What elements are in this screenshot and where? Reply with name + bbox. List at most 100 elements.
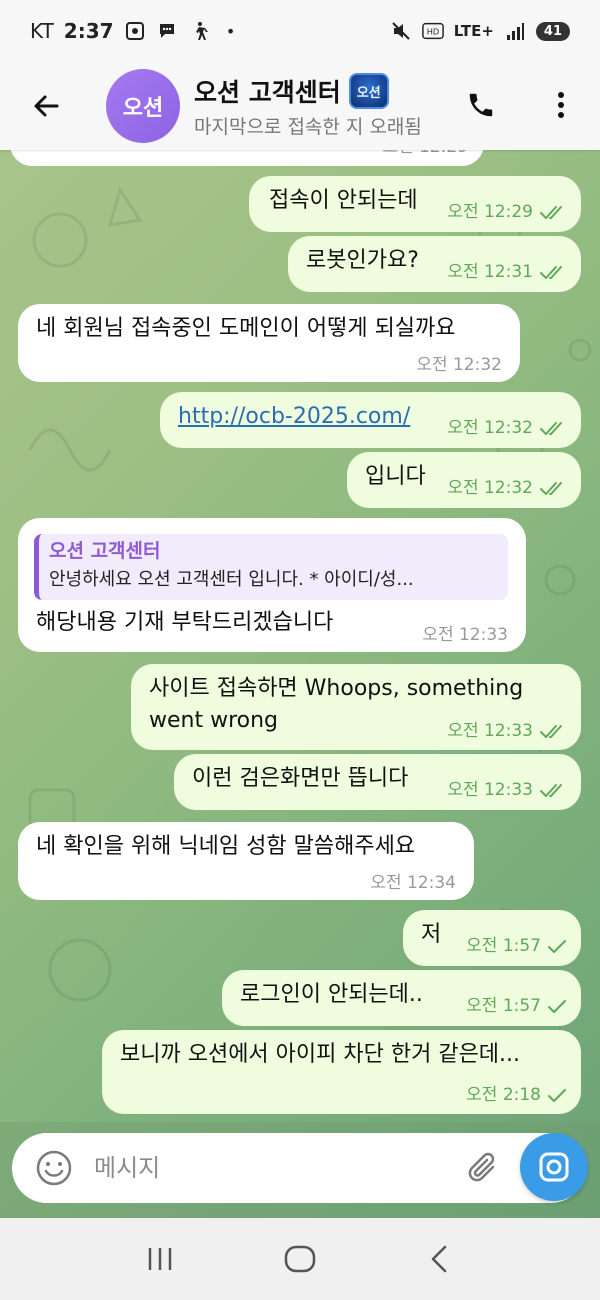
double-check-icon <box>540 724 562 738</box>
message-time: 오전 12:32 <box>447 478 533 498</box>
screenshot-icon <box>124 20 146 42</box>
message-meta: 오전 1:57 <box>466 995 567 1019</box>
message-text: 로그인이 안되는데.. <box>240 982 423 1007</box>
home-button[interactable] <box>270 1229 330 1289</box>
reply-preview: 안녕하세요 오션 고객센터 입니다. * 아이디/성... <box>49 568 414 590</box>
message-time: 오전 12:33 <box>422 625 508 645</box>
chat-title: 오션 고객센터 <box>194 78 341 107</box>
hd-icon: HD <box>421 20 444 42</box>
home-icon <box>284 1245 316 1273</box>
chat-notification-icon <box>156 20 178 42</box>
message-meta: 오전 1:57 <box>466 935 567 959</box>
message-text: 네 확인을 위해 닉네임 성함 말씀해주세요 <box>36 834 416 859</box>
message-time: 오전 1:57 <box>466 936 541 956</box>
message-text-line-2: went wrong <box>149 708 279 733</box>
carrier-label: KT <box>30 19 54 43</box>
more-vertical-icon <box>558 92 564 118</box>
message-bubble-outgoing[interactable]: 저 오전 1:57 <box>403 910 581 966</box>
message-meta: 오전 12:32 <box>447 417 567 441</box>
message-text: 이런 검은화면만 뜹니다 <box>192 766 409 791</box>
message-composer <box>12 1133 586 1203</box>
attach-button[interactable] <box>462 1146 506 1190</box>
reply-author: 오션 고객센터 <box>49 540 161 562</box>
signal-icon <box>504 20 526 42</box>
message-list[interactable]: 오전 12:29 접속이 안되는데 오전 12:29 로봇인가요? 오전 12:… <box>0 150 600 1122</box>
more-options-button[interactable] <box>538 82 584 128</box>
message-meta: 오전 12:32 <box>447 477 567 501</box>
message-bubble-outgoing[interactable]: 로봇인가요? 오전 12:31 <box>288 236 581 292</box>
message-bubble-outgoing[interactable]: 이런 검은화면만 뜹니다 오전 12:33 <box>174 754 581 810</box>
message-bubble-incoming[interactable]: 네 회원님 접속중인 도메인이 어떻게 되실까요 오전 12:32 <box>18 304 520 382</box>
message-meta: 오전 12:29 <box>447 201 567 225</box>
message-meta: 오전 12:29 <box>382 150 468 160</box>
svg-text:HD: HD <box>427 27 440 37</box>
message-text: 해당내용 기재 부탁드리겠습니다 <box>36 610 334 635</box>
double-check-icon <box>540 481 562 495</box>
message-time: 오전 12:32 <box>416 355 502 375</box>
message-bubble-incoming[interactable]: 네 확인을 위해 닉네임 성함 말씀해주세요 오전 12:34 <box>18 822 474 900</box>
message-text: 입니다 <box>365 464 426 489</box>
chat-info[interactable]: 오션 고객센터 오션 마지막으로 접속한 지 오래됨 <box>194 73 456 139</box>
battery-level: 41 <box>535 21 570 41</box>
emoji-icon <box>36 1150 72 1186</box>
message-time: 오전 2:18 <box>466 1085 541 1105</box>
phone-icon <box>469 93 493 117</box>
message-time: 오전 12:32 <box>447 418 533 438</box>
avatar[interactable]: 오션 <box>106 69 180 143</box>
message-time: 오전 12:29 <box>382 150 468 160</box>
system-back-button[interactable] <box>410 1229 470 1289</box>
message-time: 오전 12:31 <box>447 262 533 282</box>
message-time: 오전 12:33 <box>447 780 533 800</box>
message-time: 오전 12:34 <box>370 873 456 893</box>
message-bubble-outgoing[interactable]: http://ocb-2025.com/ 오전 12:32 <box>160 392 581 448</box>
double-check-icon <box>540 265 562 279</box>
message-link[interactable]: http://ocb-2025.com/ <box>178 402 410 433</box>
double-check-icon <box>540 205 562 219</box>
double-check-icon <box>540 783 562 797</box>
message-bubble-outgoing[interactable]: 사이트 접속하면 Whoops, something went wrong 오전… <box>131 664 581 750</box>
back-button[interactable] <box>18 78 74 134</box>
message-meta: 오전 12:34 <box>370 872 456 896</box>
message-bubble-outgoing[interactable]: 로그인이 안되는데.. 오전 1:57 <box>222 970 581 1026</box>
network-label: LTE+ <box>453 22 494 40</box>
message-bubble-outgoing[interactable]: 접속이 안되는데 오전 12:29 <box>249 176 581 232</box>
walking-icon <box>188 20 210 42</box>
message-text: 로봇인가요? <box>306 248 419 273</box>
message-text: 접속이 안되는데 <box>269 188 418 213</box>
message-input[interactable] <box>94 1143 454 1193</box>
message-bubble-outgoing[interactable]: 입니다 오전 12:32 <box>347 452 581 508</box>
check-icon <box>548 999 566 1013</box>
recents-button[interactable] <box>130 1229 190 1289</box>
recents-icon <box>148 1248 172 1270</box>
nav-back-icon <box>431 1245 447 1273</box>
emoji-button[interactable] <box>32 1146 76 1190</box>
status-bar: KT 2:37 • HD LTE+ 41 <box>0 0 600 62</box>
message-bubble-incoming[interactable]: 오션 고객센터 안녕하세요 오션 고객센터 입니다. * 아이디/성... 해당… <box>18 518 526 652</box>
message-time: 오전 12:33 <box>447 721 533 741</box>
message-time: 오전 12:29 <box>447 202 533 222</box>
channel-logo: 오션 <box>348 73 389 109</box>
reply-quote[interactable]: 오션 고객센터 안녕하세요 오션 고객센터 입니다. * 아이디/성... <box>34 534 508 600</box>
message-meta: 오전 12:33 <box>447 779 567 803</box>
message-time: 오전 1:57 <box>466 996 541 1016</box>
message-text: 저 <box>421 922 442 947</box>
camera-button[interactable] <box>520 1133 588 1201</box>
message-text-line-1: 사이트 접속하면 Whoops, something <box>149 676 524 701</box>
chat-header: 오션 오션 고객센터 오션 마지막으로 접속한 지 오래됨 <box>0 62 600 150</box>
message-bubble-outgoing[interactable]: 보니까 오션에서 아이피 차단 한거 같은데... 오전 2:18 <box>102 1030 581 1114</box>
message-text: 네 회원님 접속중인 도메인이 어떻게 되실까요 <box>36 316 456 341</box>
check-icon <box>548 939 566 953</box>
double-check-icon <box>540 421 562 435</box>
paperclip-icon <box>468 1152 495 1182</box>
system-navigation-bar <box>0 1218 600 1300</box>
clock: 2:37 <box>63 19 114 43</box>
message-meta: 오전 2:18 <box>466 1084 567 1108</box>
message-meta: 오전 12:32 <box>416 354 502 378</box>
mute-icon <box>390 20 412 42</box>
back-arrow-icon <box>34 95 59 117</box>
message-meta: 오전 12:31 <box>447 261 567 285</box>
camera-icon <box>539 1152 569 1182</box>
message-bubble-incoming[interactable]: 오전 12:29 <box>10 150 484 166</box>
call-button[interactable] <box>458 82 504 128</box>
message-meta: 오전 12:33 <box>422 624 508 648</box>
